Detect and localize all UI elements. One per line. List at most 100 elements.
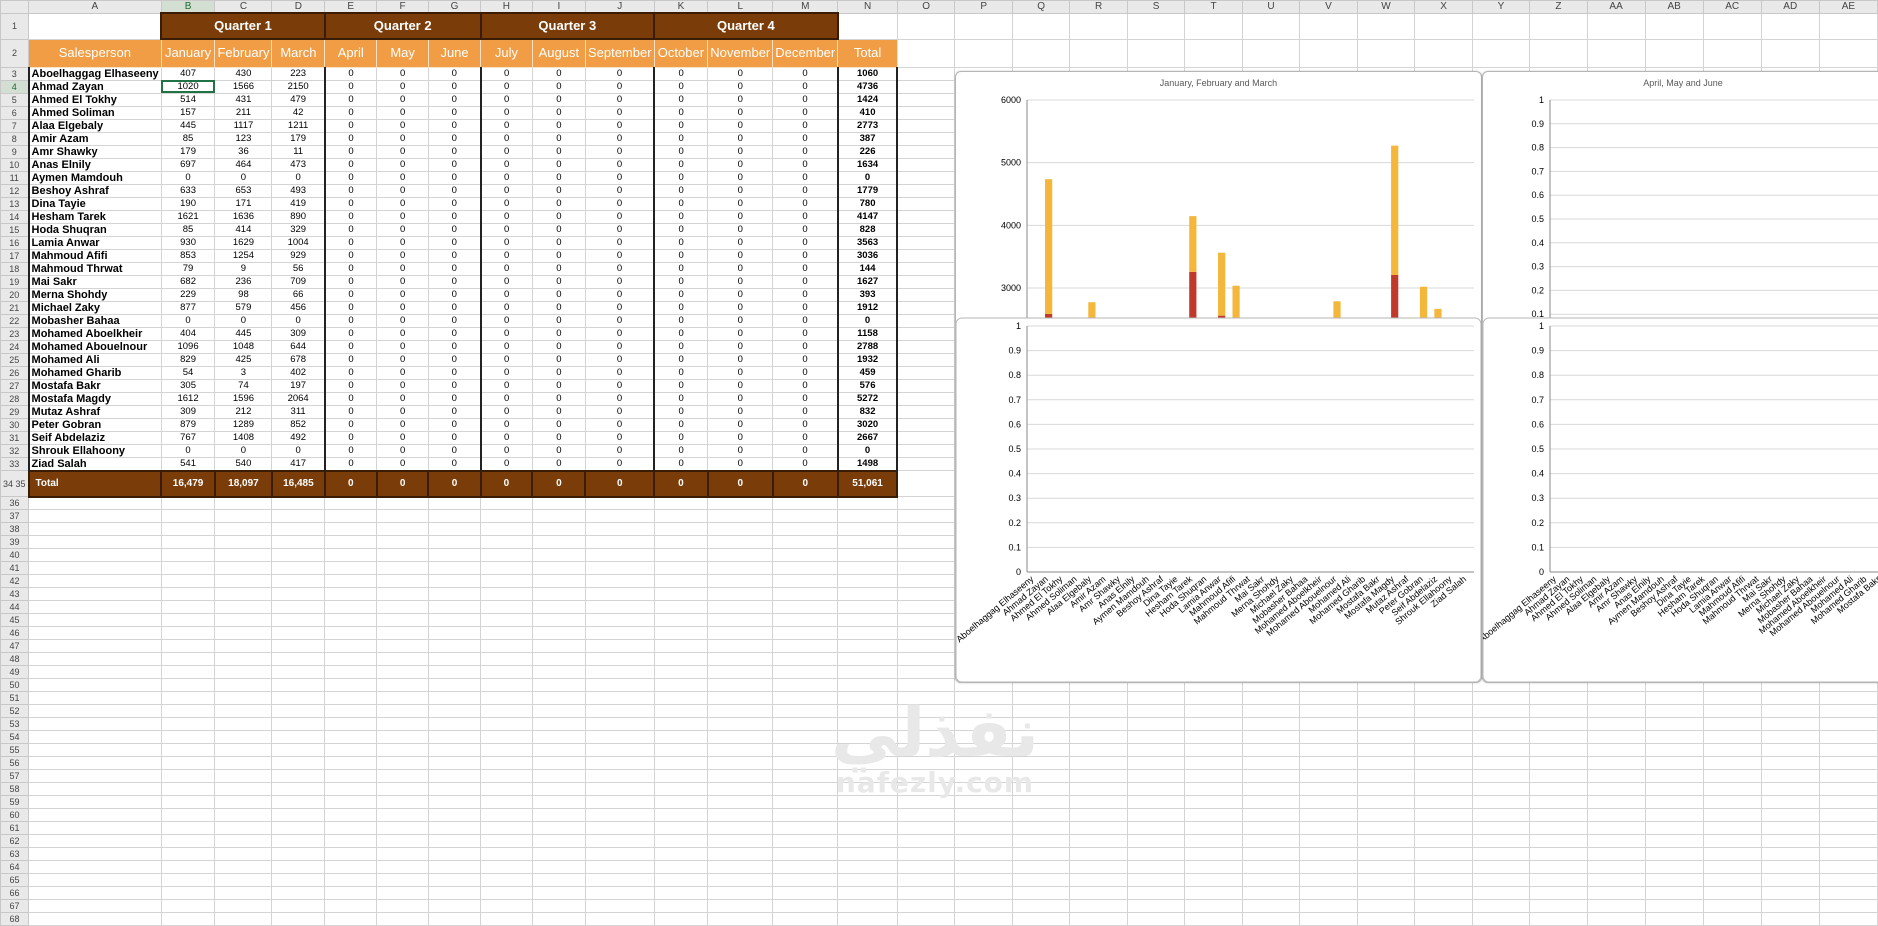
empty-cell[interactable]	[897, 314, 955, 327]
empty-cell[interactable]	[897, 796, 955, 809]
salesperson-name[interactable]: Mahmoud Afifi	[29, 249, 162, 262]
empty-cell[interactable]	[1357, 705, 1415, 718]
empty-cell[interactable]	[1127, 770, 1184, 783]
sales-value[interactable]: 157	[161, 106, 215, 119]
empty-cell[interactable]	[532, 744, 585, 757]
empty-cell[interactable]	[532, 510, 585, 523]
empty-cell[interactable]	[585, 705, 654, 718]
empty-cell[interactable]	[654, 705, 708, 718]
sales-value[interactable]: 0	[215, 314, 272, 327]
empty-cell[interactable]	[897, 67, 955, 80]
empty-cell[interactable]	[1645, 861, 1703, 874]
empty-cell[interactable]	[838, 510, 898, 523]
empty-cell[interactable]	[29, 575, 162, 588]
empty-cell[interactable]	[161, 757, 215, 770]
sales-value[interactable]: 0	[585, 405, 654, 418]
sales-value[interactable]: 0	[325, 132, 377, 145]
empty-cell[interactable]	[428, 523, 480, 536]
column-header-k[interactable]: K	[654, 1, 708, 14]
cell-n1[interactable]	[838, 13, 898, 39]
row-header-51[interactable]: 51	[1, 692, 29, 705]
row-header-40[interactable]: 40	[1, 549, 29, 562]
sales-value[interactable]: 579	[215, 301, 272, 314]
empty-cell[interactable]	[1185, 783, 1242, 796]
empty-cell[interactable]	[1242, 900, 1299, 913]
sales-value[interactable]: 0	[532, 262, 585, 275]
empty-cell[interactable]	[1415, 705, 1472, 718]
sales-value[interactable]: 0	[708, 288, 773, 301]
salesperson-name[interactable]: Amr Shawky	[29, 145, 162, 158]
empty-cell[interactable]	[955, 705, 1012, 718]
row-total[interactable]: 459	[838, 366, 898, 379]
empty-cell[interactable]	[1185, 913, 1242, 926]
empty-cell[interactable]	[897, 718, 955, 731]
empty-cell[interactable]	[708, 822, 773, 835]
empty-cell[interactable]	[1127, 731, 1184, 744]
empty-cell[interactable]	[1242, 874, 1299, 887]
empty-cell[interactable]	[897, 549, 955, 562]
sales-value[interactable]: 0	[773, 444, 838, 457]
sales-value[interactable]: 0	[773, 249, 838, 262]
empty-cell[interactable]	[1530, 796, 1587, 809]
sales-value[interactable]: 1629	[215, 236, 272, 249]
empty-cell[interactable]	[1587, 731, 1645, 744]
empty-cell[interactable]	[897, 536, 955, 549]
empty-cell[interactable]	[1530, 887, 1587, 900]
sales-value[interactable]: 311	[272, 405, 325, 418]
empty-cell[interactable]	[272, 705, 325, 718]
empty-cell[interactable]	[838, 666, 898, 679]
sales-value[interactable]: 0	[481, 431, 533, 444]
sales-value[interactable]: 0	[585, 288, 654, 301]
empty-cell[interactable]	[1070, 861, 1127, 874]
empty-cell[interactable]	[1127, 796, 1184, 809]
empty-cell[interactable]	[708, 692, 773, 705]
sales-value[interactable]: 0	[708, 379, 773, 392]
row-header-7[interactable]: 7	[1, 119, 29, 132]
sales-value[interactable]: 0	[654, 314, 708, 327]
salesperson-name[interactable]: Dina Tayie	[29, 197, 162, 210]
sales-value[interactable]: 0	[377, 223, 429, 236]
empty-cell[interactable]	[1070, 692, 1127, 705]
empty-cell[interactable]	[955, 718, 1012, 731]
empty-cell[interactable]	[838, 731, 898, 744]
sales-value[interactable]: 0	[773, 262, 838, 275]
empty-cell[interactable]	[1070, 848, 1127, 861]
salesperson-name[interactable]: Aboelhaggag Elhaseeny	[29, 67, 162, 80]
empty-cell[interactable]	[1242, 887, 1299, 900]
empty-cell[interactable]	[161, 848, 215, 861]
sales-value[interactable]: 0	[377, 145, 429, 158]
sales-value[interactable]: 0	[532, 444, 585, 457]
row-header-27[interactable]: 27	[1, 379, 29, 392]
empty-cell[interactable]	[325, 822, 377, 835]
empty-cell[interactable]	[838, 497, 898, 510]
empty-cell[interactable]	[272, 770, 325, 783]
empty-cell[interactable]	[215, 770, 272, 783]
empty-cell[interactable]	[1415, 757, 1472, 770]
empty-cell[interactable]	[1587, 835, 1645, 848]
empty-cell[interactable]	[377, 822, 429, 835]
empty-cell[interactable]	[532, 796, 585, 809]
empty-cell[interactable]	[897, 523, 955, 536]
empty-cell[interactable]	[1012, 913, 1070, 926]
sales-value[interactable]: 0	[377, 366, 429, 379]
empty-cell[interactable]	[1012, 822, 1070, 835]
sales-value[interactable]: 0	[377, 184, 429, 197]
row-header-2[interactable]: 2	[1, 39, 29, 67]
empty-cell[interactable]	[1357, 783, 1415, 796]
sales-value[interactable]: 0	[708, 327, 773, 340]
empty-cell[interactable]	[161, 510, 215, 523]
empty-cell[interactable]	[1761, 13, 1819, 39]
empty-cell[interactable]	[585, 718, 654, 731]
empty-cell[interactable]	[1530, 900, 1587, 913]
empty-cell[interactable]	[1070, 874, 1127, 887]
empty-cell[interactable]	[481, 848, 533, 861]
empty-cell[interactable]	[1415, 835, 1472, 848]
row-total[interactable]: 1498	[838, 457, 898, 471]
empty-cell[interactable]	[428, 640, 480, 653]
column-header-z[interactable]: Z	[1530, 1, 1587, 14]
empty-cell[interactable]	[955, 887, 1012, 900]
empty-cell[interactable]	[897, 900, 955, 913]
empty-cell[interactable]	[481, 744, 533, 757]
empty-cell[interactable]	[325, 887, 377, 900]
row-header-44[interactable]: 44	[1, 601, 29, 614]
